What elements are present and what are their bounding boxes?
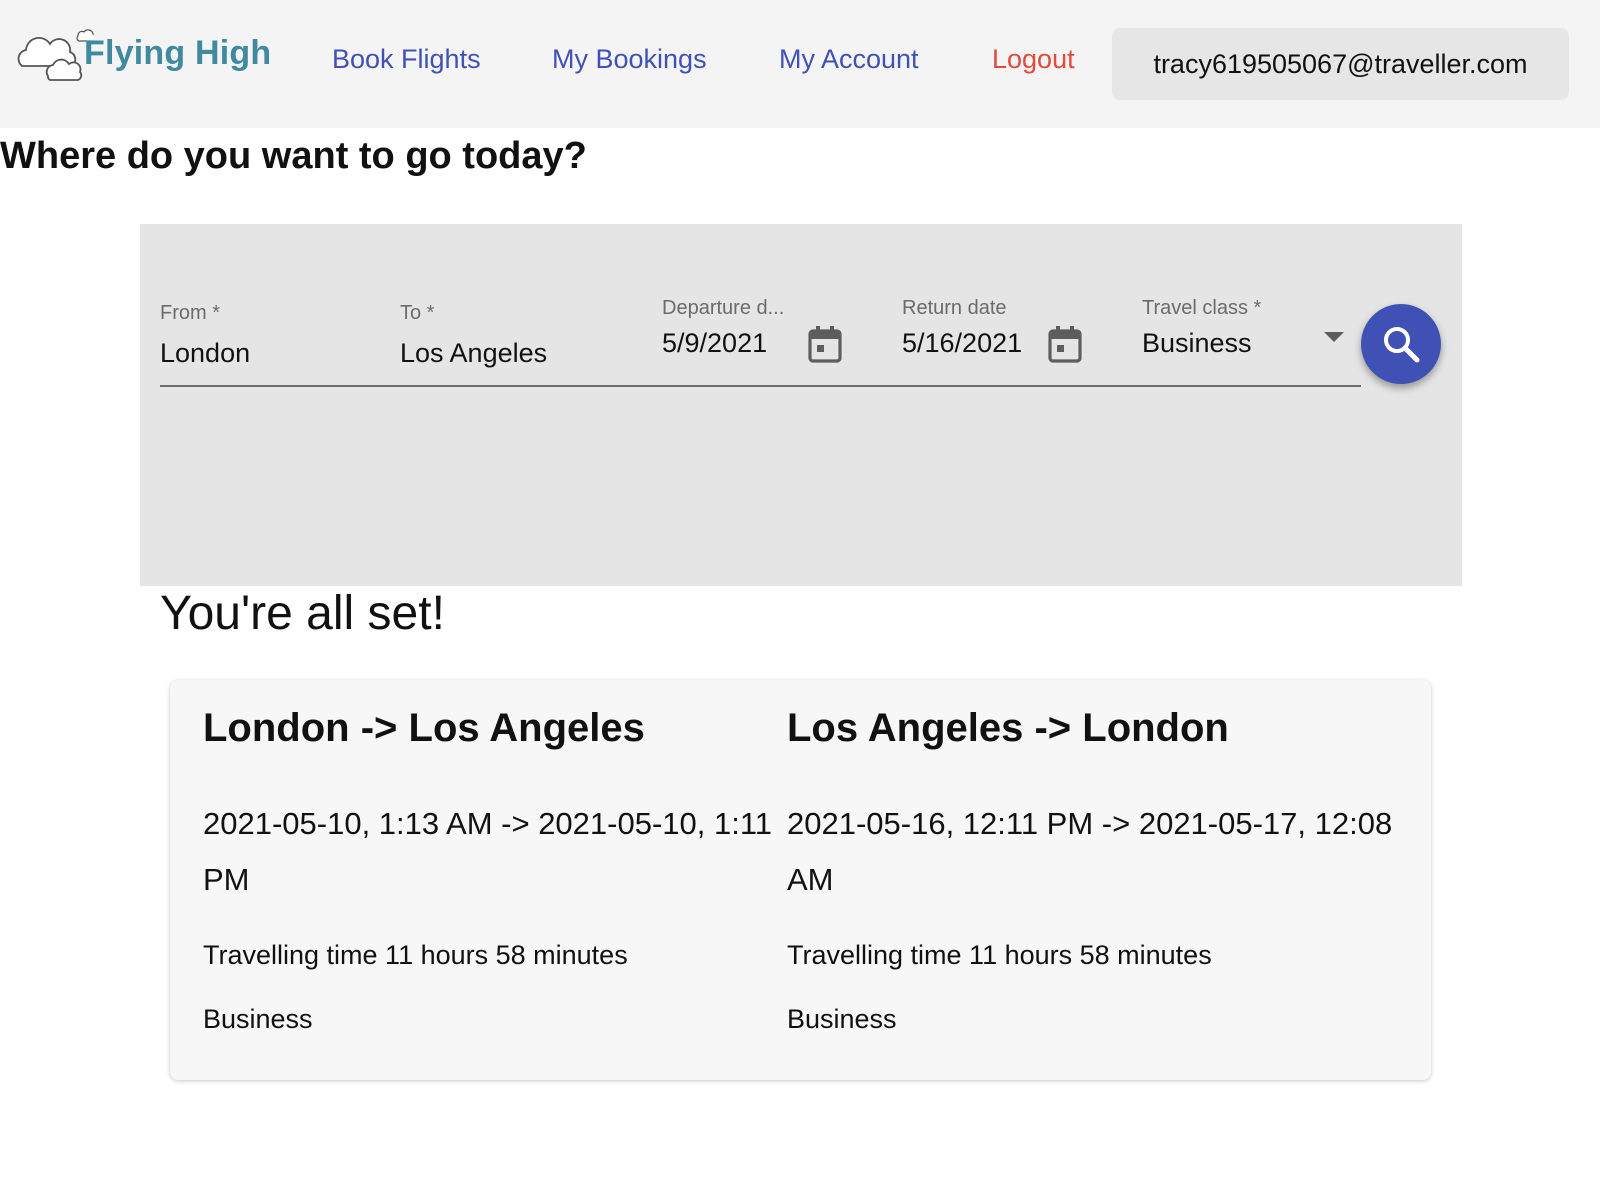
travel-class-select[interactable]: Travel class * Business <box>1142 297 1357 386</box>
brand-logo[interactable]: Flying High <box>14 22 284 86</box>
dropdown-arrow-icon[interactable] <box>1322 330 1346 344</box>
outbound-route: London -> Los Angeles <box>203 706 645 750</box>
outbound-travel-time: Travelling time 11 hours 58 minutes <box>203 940 628 970</box>
to-field[interactable]: To * Los Angeles <box>400 302 640 386</box>
user-account-chip[interactable]: tracy619505067@traveller.com <box>1112 28 1569 100</box>
travel-class-label: Travel class * <box>1142 297 1262 319</box>
from-input[interactable]: London <box>160 338 250 369</box>
search-icon <box>1384 327 1420 363</box>
calendar-icon[interactable] <box>1048 324 1082 364</box>
return-date-label: Return date <box>902 297 1007 319</box>
departure-date-input[interactable]: 5/9/2021 <box>662 328 767 359</box>
to-input[interactable]: Los Angeles <box>400 338 547 369</box>
departure-date-label: Departure d... <box>662 297 785 319</box>
page-title: Where do you want to go today? <box>0 135 587 177</box>
return-date-field[interactable]: Return date 5/16/2021 <box>902 297 1102 386</box>
return-times: 2021-05-16, 12:11 PM -> 2021-05-17, 12:0… <box>787 806 1393 897</box>
booking-confirmation-title: You're all set! <box>160 587 445 640</box>
departure-date-field[interactable]: Departure d... 5/9/2021 <box>662 297 862 386</box>
return-route: Los Angeles -> London <box>787 706 1229 750</box>
from-field[interactable]: From * London <box>160 302 380 386</box>
nav-my-account[interactable]: My Account <box>779 44 919 75</box>
from-label: From * <box>160 302 220 324</box>
top-navbar: Flying High Book Flights My Bookings My … <box>0 0 1600 128</box>
travel-class-value[interactable]: Business <box>1142 328 1252 359</box>
to-label: To * <box>400 302 435 324</box>
search-button[interactable] <box>1361 304 1441 384</box>
return-travel-time: Travelling time 11 hours 58 minutes <box>787 940 1212 970</box>
cloud-icon <box>17 29 94 81</box>
outbound-times: 2021-05-10, 1:13 AM -> 2021-05-10, 1:11 … <box>203 806 773 897</box>
return-date-input[interactable]: 5/16/2021 <box>902 328 1022 359</box>
user-email: tracy619505067@traveller.com <box>1153 48 1528 79</box>
brand-name: Flying High <box>84 34 272 72</box>
nav-book-flights[interactable]: Book Flights <box>332 44 481 75</box>
nav-logout[interactable]: Logout <box>992 44 1075 75</box>
flight-search-panel: From * London To * Los Angeles Departure… <box>140 224 1462 586</box>
nav-my-bookings[interactable]: My Bookings <box>552 44 707 75</box>
outbound-travel-class: Business <box>203 1004 313 1034</box>
booking-summary-card: London -> Los Angeles 2021-05-10, 1:13 A… <box>170 680 1431 1080</box>
calendar-icon[interactable] <box>808 324 842 364</box>
search-fields-underline <box>160 385 1361 387</box>
return-travel-class: Business <box>787 1004 897 1034</box>
